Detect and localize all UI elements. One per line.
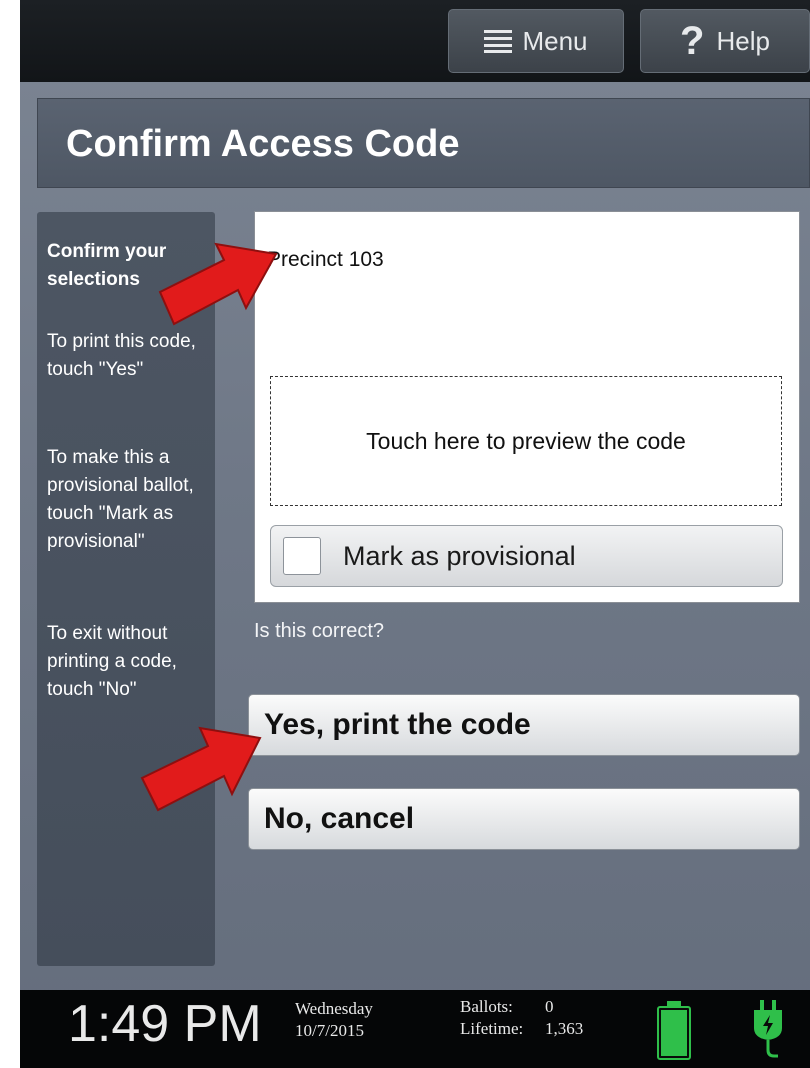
power-plug-icon <box>754 1000 782 1058</box>
hamburger-icon <box>484 29 513 53</box>
sidebar-instruction-exit: To exit without printing a code, touch "… <box>47 623 177 700</box>
mark-provisional-button[interactable]: Mark as provisional <box>270 525 783 587</box>
title-bar: Confirm Access Code <box>37 98 810 188</box>
device-screen: Menu ? Help Confirm Access Code Confirm … <box>20 0 810 1068</box>
top-bar: Menu ? Help <box>20 0 810 82</box>
menu-label: Menu <box>522 25 588 56</box>
page-title: Confirm Access Code <box>66 123 460 165</box>
confirm-question: Is this correct? <box>254 620 385 642</box>
yes-print-button[interactable]: Yes, print the code <box>248 694 800 756</box>
precinct-label: Precinct 103 <box>267 248 384 271</box>
preview-prompt: Touch here to preview the code <box>366 427 686 454</box>
red-arrow-icon <box>140 726 262 812</box>
sidebar-instruction-print: To print this code, touch "Yes" <box>47 331 196 380</box>
battery-full-icon <box>657 1001 691 1060</box>
lifetime-count: 1,363 <box>545 1019 584 1038</box>
no-cancel-button[interactable]: No, cancel <box>248 788 800 850</box>
provisional-label: Mark as provisional <box>343 540 576 571</box>
help-button[interactable]: ? Help <box>640 9 810 73</box>
ballots-count: 0 <box>545 997 554 1016</box>
help-label: Help <box>716 25 770 56</box>
menu-button[interactable]: Menu <box>448 9 624 73</box>
clock: 1:49 PM <box>68 995 262 1053</box>
day-label: Wednesday <box>295 999 373 1018</box>
red-arrow-icon <box>158 242 278 326</box>
date-label: 10/7/2015 <box>295 1021 364 1040</box>
question-icon: ? <box>680 18 705 63</box>
provisional-checkbox[interactable] <box>283 537 321 575</box>
no-label: No, cancel <box>264 802 415 835</box>
lifetime-label: Lifetime: <box>460 1019 524 1038</box>
selection-panel: Precinct 103 Touch here to preview the c… <box>254 211 800 603</box>
preview-code-area[interactable]: Touch here to preview the code <box>270 376 782 506</box>
status-bar: 1:49 PM Wednesday 10/7/2015 Ballots: 0 L… <box>20 990 810 1068</box>
sidebar-instruction-provisional: To make this a provisional ballot, touch… <box>47 447 194 552</box>
ballots-label: Ballots: <box>460 997 513 1016</box>
yes-label: Yes, print the code <box>264 708 531 741</box>
